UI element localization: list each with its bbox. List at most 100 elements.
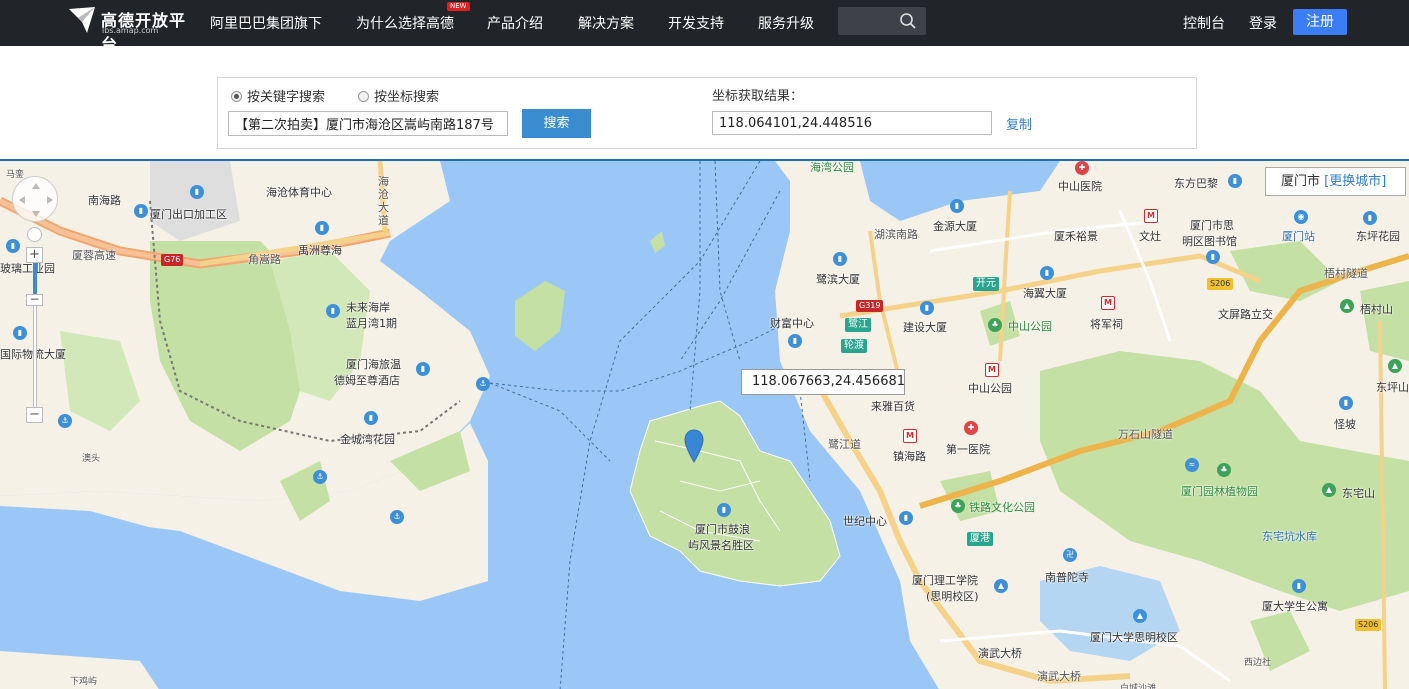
mountain-icon: ▲ xyxy=(1340,299,1354,313)
map-label: 海翼大厦 xyxy=(1023,287,1067,300)
building-icon: ▮ xyxy=(134,204,148,218)
map-label: 铁路文化公园 xyxy=(969,501,1035,514)
map-label: 将军祠 xyxy=(1090,318,1123,331)
map-label: 鹭江道 xyxy=(828,438,861,451)
zoom-in-button[interactable]: + xyxy=(26,247,43,263)
zoom-slider-handle[interactable]: − xyxy=(26,293,43,306)
hospital-icon: ✚ xyxy=(1075,161,1089,175)
map-label: 财富中心 xyxy=(770,317,814,330)
map-label: 文屏路立交 xyxy=(1218,308,1273,321)
console-link[interactable]: 控制台 xyxy=(1183,13,1225,33)
building-icon: ▮ xyxy=(1292,579,1306,593)
copy-link[interactable]: 复制 xyxy=(1006,114,1032,133)
library-icon: ▮ xyxy=(1206,250,1220,264)
radio-keyword-search[interactable]: 按关键字搜索 xyxy=(231,86,325,105)
radio-keyword-dot[interactable] xyxy=(231,91,242,102)
map-label: 东方巴黎 xyxy=(1174,177,1218,190)
map-label: 中山医院 xyxy=(1058,180,1102,193)
keyword-input[interactable] xyxy=(228,111,508,136)
mountain-icon: ▲ xyxy=(1322,483,1336,497)
map-label: 下鸡屿 xyxy=(70,677,98,687)
map-label: 厦大学生公寓 xyxy=(1262,600,1328,613)
school-icon: ▲ xyxy=(994,579,1008,593)
building-icon: ▮ xyxy=(6,239,20,253)
map-label: 海沧大道 xyxy=(378,175,389,227)
search-button[interactable]: 搜索 xyxy=(522,109,591,138)
map-label: 金源大厦 xyxy=(933,220,977,233)
map-label: 海沧体育中心 xyxy=(266,186,332,199)
map-canvas[interactable]: ▮ ▮ ▮ ▮ ▮ ▮ ▮ ▮ ⚓ ⚓ ⚓ ⚓ ▮ ▮ ▮ ▮ ▮ ▮ ▮ ◉ … xyxy=(0,159,1409,689)
metro-icon: M xyxy=(985,363,999,377)
metro-icon: M xyxy=(903,429,917,443)
hospital-icon: ✚ xyxy=(964,421,978,435)
map-label: 厦门理工学院 xyxy=(912,574,978,587)
map-label: 东坪花园 xyxy=(1356,230,1400,243)
radio-coordinate-search[interactable]: 按坐标搜索 xyxy=(358,86,439,105)
nav-item-service-upgrade[interactable]: 服务升级 xyxy=(758,13,814,33)
nav-item-alibaba[interactable]: 阿里巴巴集团旗下 xyxy=(210,13,322,33)
area-tag: 轮渡 xyxy=(841,339,867,353)
coordinate-picker-panel: 按关键字搜索 按坐标搜索 搜索 坐标获取结果： 复制 xyxy=(217,77,1197,149)
search-icon[interactable] xyxy=(899,12,917,30)
top-navbar: 高德开放平台 lbs.amap.com 阿里巴巴集团旗下 为什么选择高德 NEW… xyxy=(0,0,1409,54)
nav-search-box[interactable] xyxy=(838,7,926,35)
mountain-icon: ▲ xyxy=(1388,359,1402,373)
map-label: 厦门大学思明校区 xyxy=(1090,631,1178,644)
map-label: 东坪山 xyxy=(1376,381,1409,394)
building-icon: ▮ xyxy=(315,221,329,235)
building-icon: ▮ xyxy=(190,185,204,199)
ferry-anchor-icon: ⚓ xyxy=(58,414,72,428)
nav-item-dev-support[interactable]: 开发支持 xyxy=(668,13,724,33)
building-icon: ▮ xyxy=(13,326,27,340)
map-label: 梧村隧道 xyxy=(1324,267,1368,280)
locate-button[interactable] xyxy=(27,227,42,242)
highway-shield: G319 xyxy=(856,300,884,312)
map-label: 中山公园 xyxy=(1008,320,1052,333)
city-selector[interactable]: 厦门市 [更换城市] xyxy=(1265,167,1406,196)
map-label: 厦门市鼓浪 xyxy=(695,523,750,536)
building-icon: ▮ xyxy=(950,199,964,213)
nav-item-solutions[interactable]: 解决方案 xyxy=(578,13,634,33)
login-link[interactable]: 登录 xyxy=(1249,13,1277,33)
map-label: 金城湾花园 xyxy=(340,433,395,446)
building-icon: ▮ xyxy=(326,304,340,318)
map-label: 中山公园 xyxy=(968,382,1012,395)
map-label: 蓝月湾1期 xyxy=(346,317,397,330)
map-label: 角嵩路 xyxy=(248,253,281,266)
map-label: 禹洲尊海 xyxy=(298,244,342,257)
zoom-control[interactable]: + − − xyxy=(26,227,44,423)
zoom-out-button[interactable]: − xyxy=(26,407,43,423)
logo-mark-icon xyxy=(69,7,95,33)
map-label: 厦门站 xyxy=(1282,230,1315,243)
map-label: 厦蓉高速 xyxy=(72,249,116,262)
map-label: 厦门海旅温 xyxy=(346,358,401,371)
amap-logo[interactable]: 高德开放平台 lbs.amap.com xyxy=(67,5,195,54)
logo-subtitle: lbs.amap.com xyxy=(102,26,159,35)
school-icon: ▲ xyxy=(1133,609,1147,623)
map-label: 白城沙滩 xyxy=(1120,684,1157,689)
change-city-link[interactable]: [更换城市] xyxy=(1324,174,1386,189)
building-icon: ▮ xyxy=(920,301,934,315)
radio-coordinate-dot[interactable] xyxy=(358,91,369,102)
pan-arrows-icon[interactable] xyxy=(13,177,59,223)
map-label: 海湾公园 xyxy=(810,161,854,174)
map-label: 明区图书馆 xyxy=(1182,235,1237,248)
map-label: 镇海路 xyxy=(893,450,926,463)
nav-item-products[interactable]: 产品介绍 xyxy=(487,13,543,33)
building-icon: ▮ xyxy=(899,511,913,525)
map-label: 演武大桥 xyxy=(978,647,1022,660)
map-label: 东宅坑水库 xyxy=(1262,530,1317,543)
map-label: 屿风景名胜区 xyxy=(688,539,754,552)
pan-control[interactable] xyxy=(12,176,58,222)
location-pin-icon[interactable] xyxy=(684,429,704,463)
area-tag: 鹭江 xyxy=(845,318,871,332)
map-label: 世纪中心 xyxy=(843,515,887,528)
highway-shield: G76 xyxy=(161,254,184,266)
hotel-icon: ▮ xyxy=(416,362,430,376)
map-label: 南普陀寺 xyxy=(1045,571,1089,584)
coordinate-result-input[interactable] xyxy=(712,111,992,135)
nav-item-why-amap[interactable]: 为什么选择高德 xyxy=(356,13,454,33)
map-label: 未来海岸 xyxy=(346,301,390,314)
provincial-road-shield: S206 xyxy=(1355,619,1382,631)
register-button[interactable]: 注册 xyxy=(1293,9,1347,35)
